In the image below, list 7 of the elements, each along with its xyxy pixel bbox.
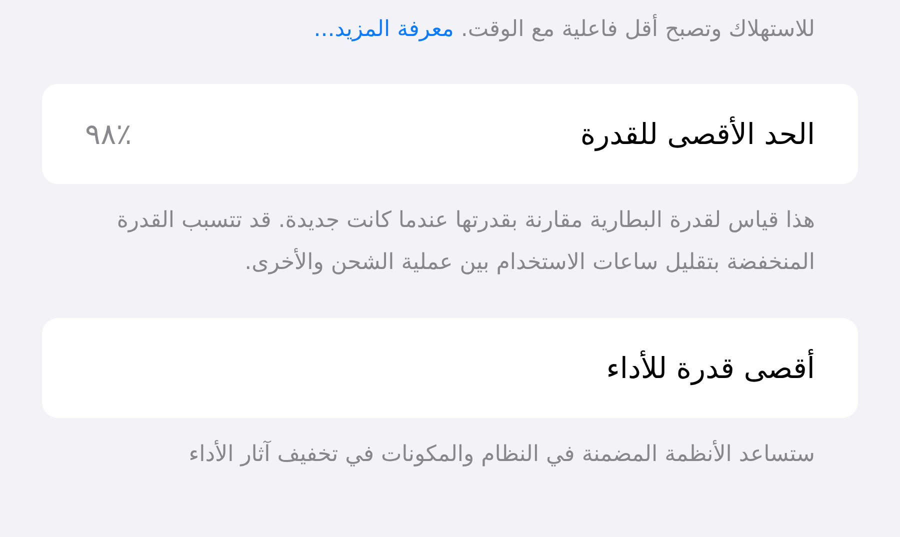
row-title: أقصى قدرة للأداء: [606, 351, 815, 385]
row-value: ٪٩٨: [85, 117, 132, 151]
description-text: للاستهلاك وتصبح أقل فاعلية مع الوقت. معرفة المزيد...: [42, 10, 815, 50]
footnote-text: ستساعد الأنظمة المضمنة في النظام والمكونات في تخفيف آثار الأداء: [188, 439, 815, 469]
row-title: الحد الأقصى للقدرة: [580, 117, 815, 151]
footnote-text: هذا قياس لقدرة البطارية مقارنة بقدرتها عندما كانت جديدة. قد تتسبب القدرة المنخفضة بتقليل ساعات الاستخدام بين عملية الشحن والأخرى.: [116, 207, 815, 277]
learn-more-link[interactable]: معرفة المزيد...: [314, 17, 454, 42]
